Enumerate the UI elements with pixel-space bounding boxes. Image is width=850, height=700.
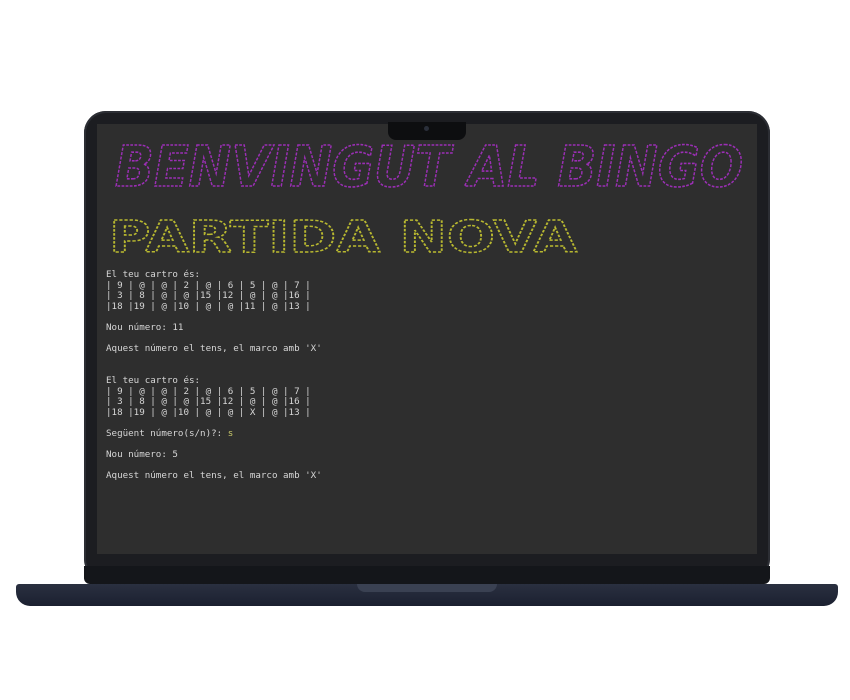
terminal-line-text: El teu cartro és: [106, 374, 201, 386]
screen-hinge [84, 566, 770, 584]
terminal-line-text: Nou número: 11 [106, 321, 184, 333]
new-game-banner-text: PARTIDA NOVA [109, 212, 577, 260]
terminal-line: Nou número: 11 [106, 321, 322, 334]
user-input-answer[interactable]: s [228, 428, 234, 439]
terminal-line-text: |18 |19 | @ |10 | @ | @ | X | @ |13 | [106, 406, 311, 418]
welcome-banner: BENVINGUT AL BINGO [114, 136, 744, 198]
laptop: BENVINGUT AL BINGO PARTIDA NOVA El teu c… [0, 0, 850, 700]
camera-notch [388, 122, 466, 140]
terminal-line: |18 |19 | @ |10 | @ | @ | X | @ |13 | [106, 406, 322, 419]
terminal-line-text: |18 |19 | @ |10 | @ | @ |11 | @ |13 | [106, 300, 311, 312]
terminal-line: Aquest número el tens, el marco amb 'X' [106, 343, 322, 355]
terminal-line: |18 |19 | @ |10 | @ | @ |11 | @ |13 | [106, 300, 322, 313]
terminal-line-text: Nou número: 5 [106, 449, 178, 461]
terminal-line-text: Aquest número el tens, el marco amb 'X' [106, 470, 322, 482]
terminal-line-text: | 3 | 8 | @ | @ |15 |12 | @ | @ |16 | [106, 290, 311, 302]
new-game-banner: PARTIDA NOVA [108, 211, 578, 260]
terminal-line-text: Aquest número el tens, el marco amb 'X' [106, 343, 322, 355]
terminal-line: Nou número: 5 [106, 449, 322, 461]
trackpad-notch [357, 584, 497, 592]
terminal-output: El teu cartro és: | 9 | @ | @ | 2 | @ | 6… [106, 269, 322, 482]
terminal-line-text: | 9 | @ | @ | 2 | @ | 6 | 5 | @ | 7 | [106, 279, 311, 291]
terminal-line-text: Següent número(s/n)?: [106, 427, 228, 439]
terminal-line: Aquest número el tens, el marco amb 'X' [106, 470, 322, 482]
camera-icon [424, 126, 429, 131]
terminal-line-text: | 3 | 8 | @ | @ |15 |12 | @ | @ |16 | [106, 396, 311, 408]
welcome-banner-text: BENVINGUT AL BINGO [115, 136, 743, 198]
terminal-screen[interactable]: BENVINGUT AL BINGO PARTIDA NOVA El teu c… [97, 124, 757, 554]
terminal-line-text: El teu cartro és: [106, 269, 201, 280]
terminal-line-text: | 9 | @ | @ | 2 | @ | 6 | 5 | @ | 7 | [106, 385, 311, 397]
terminal-line: Següent número(s/n)?: s [106, 427, 322, 440]
